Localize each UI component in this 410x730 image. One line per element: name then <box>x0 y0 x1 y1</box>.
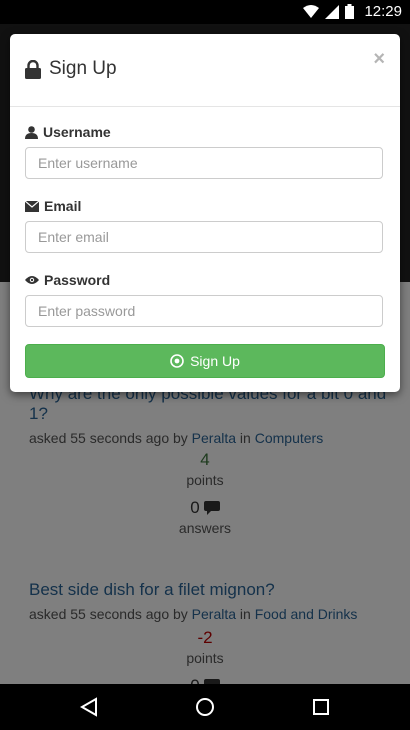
signal-icon <box>325 4 340 19</box>
modal-header: Sign Up × <box>10 34 400 107</box>
password-input[interactable] <box>25 295 383 327</box>
email-label-text: Email <box>44 198 82 214</box>
close-button[interactable]: × <box>373 48 385 71</box>
username-group: Username <box>25 124 385 179</box>
email-group: Email <box>25 198 385 253</box>
signup-modal: Sign Up × Username Email Password Sign U… <box>10 34 400 392</box>
status-icons: 12:29 <box>303 3 402 20</box>
wifi-icon <box>303 4 320 18</box>
username-input[interactable] <box>25 147 383 179</box>
battery-icon <box>345 4 355 19</box>
signup-submit-button[interactable]: Sign Up <box>25 344 385 378</box>
status-bar: 12:29 <box>0 0 410 24</box>
navigation-bar <box>0 684 410 730</box>
user-icon <box>25 125 38 139</box>
password-label-text: Password <box>44 272 111 288</box>
email-input[interactable] <box>25 221 383 253</box>
recents-icon <box>313 699 329 715</box>
home-icon <box>196 698 214 716</box>
username-label-text: Username <box>43 124 111 140</box>
modal-title-text: Sign Up <box>49 58 117 79</box>
eye-icon <box>25 276 39 284</box>
clock: 12:29 <box>364 3 402 20</box>
back-button[interactable] <box>59 684 119 730</box>
username-label: Username <box>25 124 385 140</box>
registered-icon <box>170 354 184 368</box>
back-icon <box>80 697 97 717</box>
modal-title: Sign Up <box>25 58 117 80</box>
lock-icon <box>25 59 41 79</box>
email-label: Email <box>25 198 385 214</box>
recents-button[interactable] <box>291 684 351 730</box>
home-button[interactable] <box>175 684 235 730</box>
envelope-icon <box>25 200 39 212</box>
password-label: Password <box>25 272 385 288</box>
signup-submit-label: Sign Up <box>190 353 240 369</box>
password-group: Password <box>25 272 385 327</box>
